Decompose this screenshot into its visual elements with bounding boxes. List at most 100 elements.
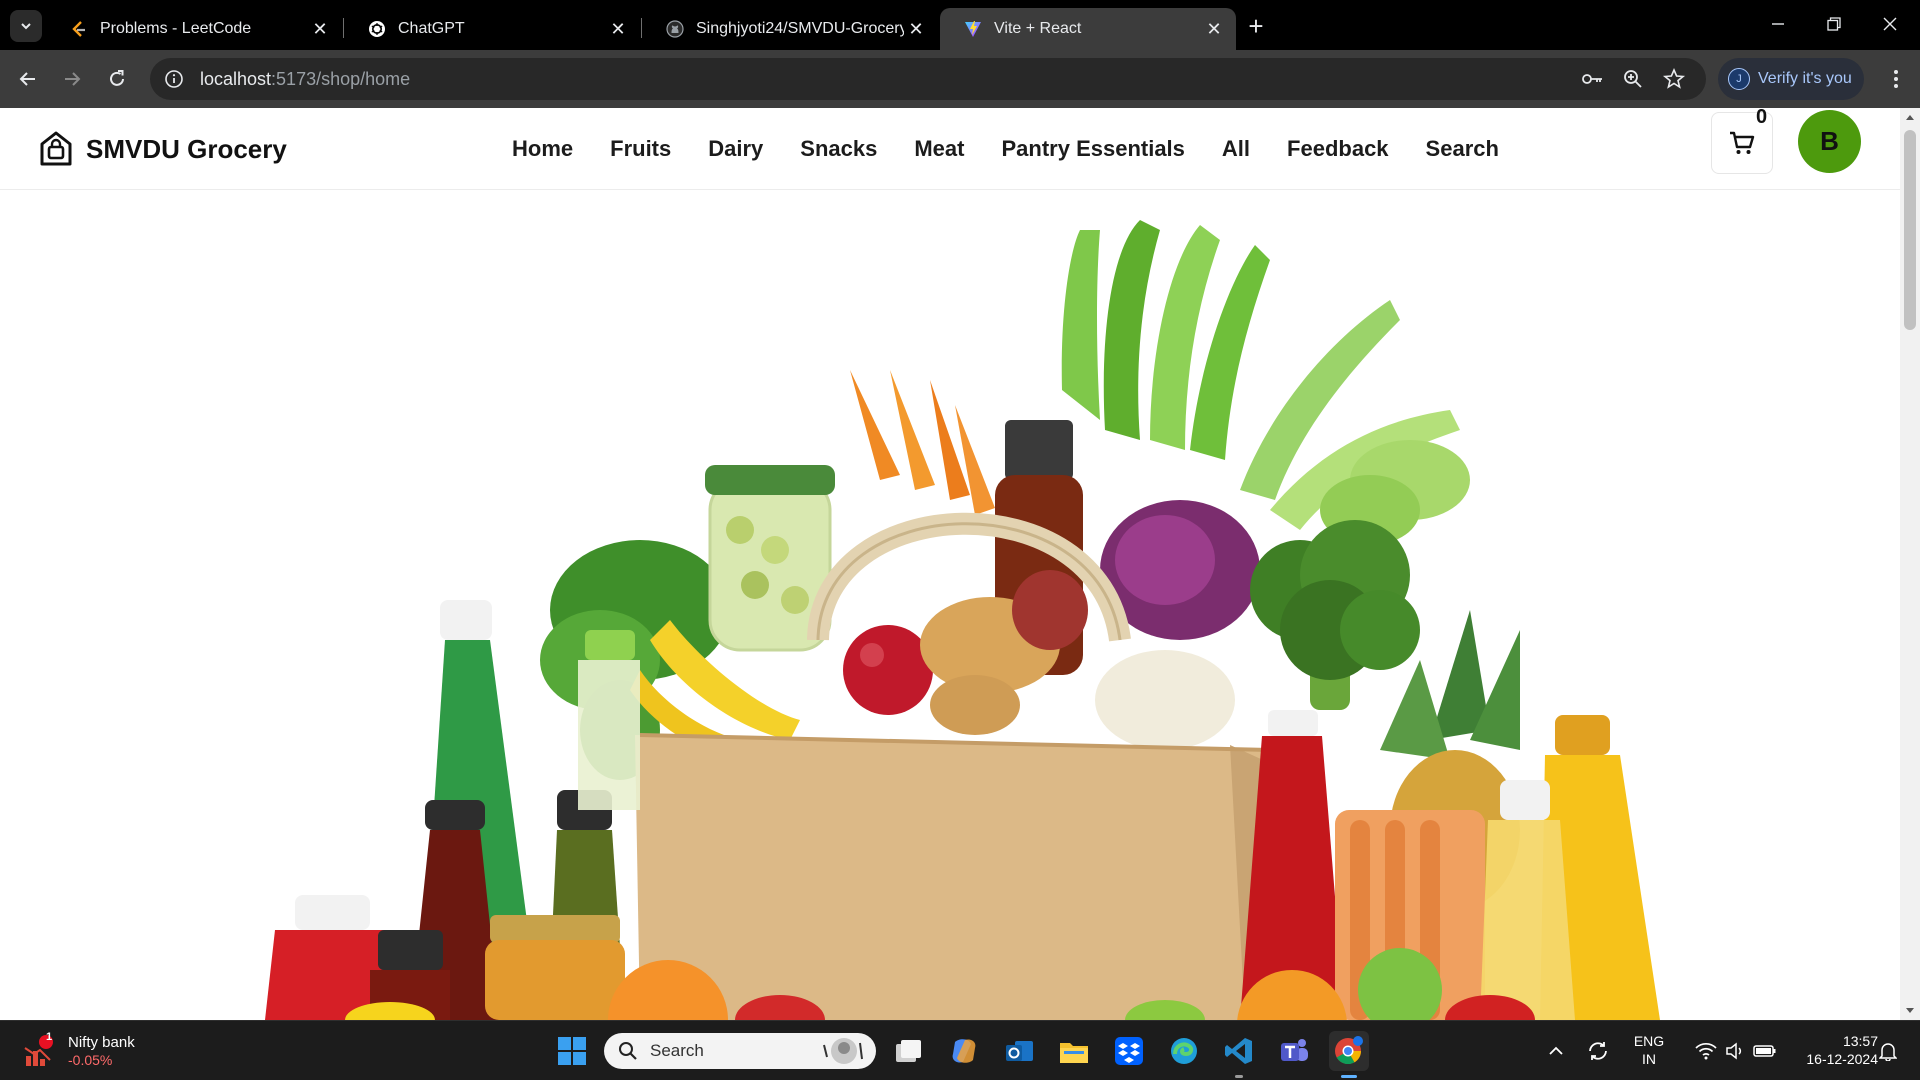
clock[interactable]: 13:57 16-12-2024 (1778, 1033, 1878, 1068)
language-indicator[interactable]: ENG IN (1626, 1033, 1672, 1068)
address-bar[interactable]: localhost:5173/shop/home (150, 58, 1706, 100)
cauliflower (1095, 650, 1235, 750)
site-navbar: SMVDU Grocery Home Fruits Dairy Snacks M… (0, 108, 1900, 190)
notification-badge: 1 (45, 1031, 53, 1043)
widget-title: Nifty bank (68, 1033, 135, 1051)
copilot-icon (952, 1039, 976, 1063)
bookmark-star-icon[interactable] (1662, 67, 1686, 91)
quick-settings-button[interactable] (1682, 1031, 1790, 1071)
teams-icon (1281, 1039, 1308, 1061)
zoom-icon[interactable] (1621, 67, 1645, 91)
sync-status-button[interactable] (1582, 1031, 1614, 1071)
verify-identity-button[interactable]: J Verify it's you (1718, 58, 1864, 100)
carrots (850, 370, 995, 515)
back-button[interactable] (12, 63, 44, 95)
bell-icon (1879, 1043, 1897, 1061)
vscode-button[interactable] (1219, 1031, 1259, 1071)
nav-feedback[interactable]: Feedback (1287, 136, 1389, 162)
nav-pantry-essentials[interactable]: Pantry Essentials (1001, 136, 1184, 162)
battery-icon (1753, 1045, 1776, 1057)
wifi-icon (1695, 1042, 1717, 1060)
browser-tab-strip: Problems - LeetCode ✕ ChatGPT ✕ Singhjyo… (0, 0, 1920, 50)
cart-count-badge: 0 (1756, 108, 1768, 128)
tab-github[interactable]: Singhjyoti24/SMVDU-Grocery-/ ✕ (642, 8, 938, 50)
restore-button[interactable] (1814, 10, 1854, 38)
task-view-button[interactable] (888, 1031, 928, 1071)
minimize-icon (1772, 23, 1784, 25)
verify-label: Verify it's you (1758, 70, 1852, 87)
broccoli (1250, 520, 1420, 710)
volume-icon (1726, 1042, 1742, 1060)
cart-icon (1730, 131, 1755, 154)
dropbox-button[interactable] (1109, 1031, 1149, 1071)
outlook-icon (1006, 1041, 1033, 1061)
vscode-icon (1225, 1038, 1252, 1064)
scroll-up-arrow-icon[interactable] (1900, 108, 1920, 126)
more-vertical-icon (1894, 70, 1898, 88)
language-code: ENG (1633, 1033, 1665, 1049)
reload-button[interactable] (101, 63, 133, 95)
scroll-down-arrow-icon[interactable] (1900, 1002, 1920, 1020)
site-info-icon[interactable] (162, 67, 186, 91)
github-icon (666, 20, 684, 38)
edge-button[interactable] (1164, 1031, 1204, 1071)
brand-logo[interactable]: SMVDU Grocery (38, 120, 287, 178)
chrome-active-indicator (1341, 1075, 1357, 1078)
outlook-button[interactable] (999, 1031, 1039, 1071)
page-scrollbar[interactable] (1900, 108, 1920, 1020)
user-avatar[interactable]: B (1798, 110, 1861, 173)
grocery-bag-illustration (265, 220, 1660, 1020)
nav-dairy[interactable]: Dairy (708, 136, 763, 162)
show-hidden-icons-button[interactable] (1542, 1031, 1570, 1071)
chevron-down-icon (21, 23, 31, 30)
chrome-button[interactable] (1329, 1031, 1369, 1071)
nav-all[interactable]: All (1222, 136, 1250, 162)
close-tab-icon[interactable]: ✕ (1202, 17, 1226, 41)
clock-time: 13:57 (1842, 1033, 1878, 1049)
task-view-icon (896, 1040, 921, 1062)
restore-icon (1827, 17, 1841, 31)
copilot-button[interactable] (944, 1031, 984, 1071)
dropbox-icon (1115, 1037, 1143, 1065)
forward-button[interactable] (56, 63, 88, 95)
new-tab-button[interactable]: + (1242, 11, 1270, 41)
close-window-button[interactable] (1870, 10, 1910, 38)
chatgpt-icon (368, 20, 386, 38)
close-icon (1883, 17, 1897, 31)
arrow-right-icon (65, 72, 81, 86)
minimize-button[interactable] (1758, 10, 1798, 38)
clock-date: 16-12-2024 (1806, 1050, 1878, 1067)
tab-leetcode[interactable]: Problems - LeetCode ✕ (46, 8, 342, 50)
browser-menu-button[interactable] (1880, 63, 1912, 95)
tab-title: Problems - LeetCode (100, 20, 252, 37)
tab-title: Vite + React (994, 20, 1082, 37)
tab-search-button[interactable] (10, 10, 42, 42)
cooking-oil-bottle (1480, 715, 1660, 1020)
nav-fruits[interactable]: Fruits (610, 136, 671, 162)
stock-widget[interactable]: 1 Nifty bank -0.05% (22, 1029, 135, 1073)
password-key-icon[interactable] (1580, 67, 1604, 91)
vscode-running-indicator (1235, 1075, 1243, 1078)
start-button[interactable] (552, 1031, 592, 1071)
nav-home[interactable]: Home (512, 136, 573, 162)
url-path: :5173/shop/home (271, 68, 411, 89)
close-tab-icon[interactable]: ✕ (606, 17, 630, 41)
file-explorer-button[interactable] (1054, 1031, 1094, 1071)
taskbar-search[interactable]: Search (604, 1033, 876, 1069)
scroll-thumb[interactable] (1904, 130, 1916, 330)
tab-title: ChatGPT (398, 20, 465, 37)
nav-search[interactable]: Search (1426, 136, 1499, 162)
arrow-left-icon (19, 72, 35, 86)
tab-vite-react[interactable]: Vite + React ✕ (940, 8, 1236, 50)
hero-image (0, 190, 1900, 1020)
apple (843, 625, 933, 715)
close-tab-icon[interactable]: ✕ (904, 17, 928, 41)
close-tab-icon[interactable]: ✕ (308, 17, 332, 41)
profile-avatar: J (1728, 68, 1750, 90)
nav-meat[interactable]: Meat (914, 136, 964, 162)
tab-chatgpt[interactable]: ChatGPT ✕ (344, 8, 640, 50)
nav-snacks[interactable]: Snacks (800, 136, 877, 162)
folder-icon (1060, 1043, 1088, 1063)
teams-button[interactable] (1274, 1031, 1314, 1071)
notifications-button[interactable] (1872, 1031, 1904, 1071)
